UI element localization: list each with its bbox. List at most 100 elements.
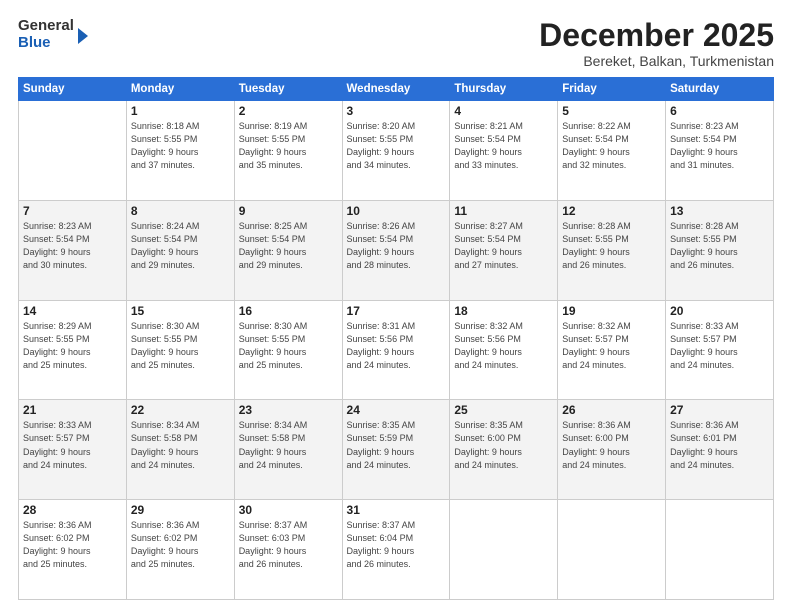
cell-info: Sunrise: 8:35 AM Sunset: 6:00 PM Dayligh… (454, 419, 553, 471)
cell-info: Sunrise: 8:34 AM Sunset: 5:58 PM Dayligh… (131, 419, 230, 471)
table-row: 7 Sunrise: 8:23 AM Sunset: 5:54 PM Daylig… (19, 200, 127, 300)
calendar-week-row: 21 Sunrise: 8:33 AM Sunset: 5:57 PM Dayli… (19, 400, 774, 500)
day-number: 30 (239, 503, 338, 517)
logo-text: General Blue (18, 18, 74, 51)
calendar-week-row: 14Sunrise: 8:29 AM Sunset: 5:55 PM Dayli… (19, 300, 774, 400)
day-number: 28 (23, 503, 122, 517)
calendar-week-row: 1 Sunrise: 8:18 AM Sunset: 5:55 PM Daylig… (19, 101, 774, 201)
logo: General Blue (18, 18, 88, 51)
day-number: 19 (562, 304, 661, 318)
table-row: 29Sunrise: 8:36 AM Sunset: 6:02 PM Dayli… (126, 500, 234, 600)
table-row: 15 Sunrise: 8:30 AM Sunset: 5:55 PM Dayli… (126, 300, 234, 400)
table-row (558, 500, 666, 600)
cell-info: Sunrise: 8:36 AM Sunset: 6:01 PM Dayligh… (670, 419, 769, 471)
day-number: 27 (670, 403, 769, 417)
col-header-friday: Friday (558, 78, 666, 101)
table-row: 11 Sunrise: 8:27 AM Sunset: 5:54 PM Dayli… (450, 200, 558, 300)
calendar-header-row: SundayMondayTuesdayWednesdayThursdayFrid… (19, 78, 774, 101)
cell-info: Sunrise: 8:27 AM Sunset: 5:54 PM Dayligh… (454, 220, 553, 272)
day-number: 22 (131, 403, 230, 417)
cell-info: Sunrise: 8:35 AM Sunset: 5:59 PM Dayligh… (347, 419, 446, 471)
table-row: 8 Sunrise: 8:24 AM Sunset: 5:54 PM Daylig… (126, 200, 234, 300)
cell-info: Sunrise: 8:37 AM Sunset: 6:04 PM Dayligh… (347, 519, 446, 571)
cell-info: Sunrise: 8:29 AM Sunset: 5:55 PM Dayligh… (23, 320, 122, 372)
day-number: 1 (131, 104, 230, 118)
cell-info: Sunrise: 8:24 AM Sunset: 5:54 PM Dayligh… (131, 220, 230, 272)
day-number: 18 (454, 304, 553, 318)
cell-info: Sunrise: 8:36 AM Sunset: 6:00 PM Dayligh… (562, 419, 661, 471)
day-number: 9 (239, 204, 338, 218)
table-row (19, 101, 127, 201)
table-row: 30 Sunrise: 8:37 AM Sunset: 6:03 PM Dayli… (234, 500, 342, 600)
calendar-week-row: 28 Sunrise: 8:36 AM Sunset: 6:02 PM Dayli… (19, 500, 774, 600)
table-row: 13Sunrise: 8:28 AM Sunset: 5:55 PM Dayli… (666, 200, 774, 300)
cell-info: Sunrise: 8:25 AM Sunset: 5:54 PM Dayligh… (239, 220, 338, 272)
table-row: 21 Sunrise: 8:33 AM Sunset: 5:57 PM Dayli… (19, 400, 127, 500)
table-row: 3Sunrise: 8:20 AM Sunset: 5:55 PM Daylig… (342, 101, 450, 201)
col-header-sunday: Sunday (19, 78, 127, 101)
day-number: 17 (347, 304, 446, 318)
cell-info: Sunrise: 8:30 AM Sunset: 5:55 PM Dayligh… (131, 320, 230, 372)
table-row: 2 Sunrise: 8:19 AM Sunset: 5:55 PM Daylig… (234, 101, 342, 201)
cell-info: Sunrise: 8:34 AM Sunset: 5:58 PM Dayligh… (239, 419, 338, 471)
cell-info: Sunrise: 8:18 AM Sunset: 5:55 PM Dayligh… (131, 120, 230, 172)
cell-info: Sunrise: 8:21 AM Sunset: 5:54 PM Dayligh… (454, 120, 553, 172)
day-number: 23 (239, 403, 338, 417)
table-row: 31 Sunrise: 8:37 AM Sunset: 6:04 PM Dayli… (342, 500, 450, 600)
col-header-monday: Monday (126, 78, 234, 101)
logo-general: General (18, 18, 74, 35)
day-number: 2 (239, 104, 338, 118)
cell-info: Sunrise: 8:32 AM Sunset: 5:56 PM Dayligh… (454, 320, 553, 372)
day-number: 8 (131, 204, 230, 218)
cell-info: Sunrise: 8:20 AM Sunset: 5:55 PM Dayligh… (347, 120, 446, 172)
cell-info: Sunrise: 8:23 AM Sunset: 5:54 PM Dayligh… (23, 220, 122, 272)
day-number: 6 (670, 104, 769, 118)
table-row: 20Sunrise: 8:33 AM Sunset: 5:57 PM Dayli… (666, 300, 774, 400)
cell-info: Sunrise: 8:36 AM Sunset: 6:02 PM Dayligh… (23, 519, 122, 571)
day-number: 15 (131, 304, 230, 318)
table-row: 26 Sunrise: 8:36 AM Sunset: 6:00 PM Dayli… (558, 400, 666, 500)
table-row: 24Sunrise: 8:35 AM Sunset: 5:59 PM Dayli… (342, 400, 450, 500)
day-number: 31 (347, 503, 446, 517)
cell-info: Sunrise: 8:23 AM Sunset: 5:54 PM Dayligh… (670, 120, 769, 172)
day-number: 26 (562, 403, 661, 417)
col-header-saturday: Saturday (666, 78, 774, 101)
table-row: 25Sunrise: 8:35 AM Sunset: 6:00 PM Dayli… (450, 400, 558, 500)
month-year: December 2025 (539, 18, 774, 53)
day-number: 11 (454, 204, 553, 218)
table-row: 19Sunrise: 8:32 AM Sunset: 5:57 PM Dayli… (558, 300, 666, 400)
title-block: December 2025 Bereket, Balkan, Turkmenis… (539, 18, 774, 69)
day-number: 10 (347, 204, 446, 218)
cell-info: Sunrise: 8:19 AM Sunset: 5:55 PM Dayligh… (239, 120, 338, 172)
col-header-thursday: Thursday (450, 78, 558, 101)
table-row: 10 Sunrise: 8:26 AM Sunset: 5:54 PM Dayli… (342, 200, 450, 300)
day-number: 12 (562, 204, 661, 218)
table-row (450, 500, 558, 600)
day-number: 13 (670, 204, 769, 218)
cell-info: Sunrise: 8:26 AM Sunset: 5:54 PM Dayligh… (347, 220, 446, 272)
day-number: 16 (239, 304, 338, 318)
table-row: 14Sunrise: 8:29 AM Sunset: 5:55 PM Dayli… (19, 300, 127, 400)
cell-info: Sunrise: 8:37 AM Sunset: 6:03 PM Dayligh… (239, 519, 338, 571)
table-row: 27 Sunrise: 8:36 AM Sunset: 6:01 PM Dayli… (666, 400, 774, 500)
cell-info: Sunrise: 8:30 AM Sunset: 5:55 PM Dayligh… (239, 320, 338, 372)
day-number: 21 (23, 403, 122, 417)
location: Bereket, Balkan, Turkmenistan (539, 53, 774, 69)
table-row: 28 Sunrise: 8:36 AM Sunset: 6:02 PM Dayli… (19, 500, 127, 600)
cell-info: Sunrise: 8:33 AM Sunset: 5:57 PM Dayligh… (670, 320, 769, 372)
cell-info: Sunrise: 8:36 AM Sunset: 6:02 PM Dayligh… (131, 519, 230, 571)
table-row: 4Sunrise: 8:21 AM Sunset: 5:54 PM Daylig… (450, 101, 558, 201)
table-row: 9 Sunrise: 8:25 AM Sunset: 5:54 PM Daylig… (234, 200, 342, 300)
cell-info: Sunrise: 8:28 AM Sunset: 5:55 PM Dayligh… (562, 220, 661, 272)
day-number: 7 (23, 204, 122, 218)
logo-blue: Blue (18, 35, 74, 52)
header: General Blue December 2025 Bereket, Balk… (18, 18, 774, 69)
table-row: 12 Sunrise: 8:28 AM Sunset: 5:55 PM Dayli… (558, 200, 666, 300)
table-row (666, 500, 774, 600)
table-row: 23 Sunrise: 8:34 AM Sunset: 5:58 PM Dayli… (234, 400, 342, 500)
cell-info: Sunrise: 8:22 AM Sunset: 5:54 PM Dayligh… (562, 120, 661, 172)
cell-info: Sunrise: 8:33 AM Sunset: 5:57 PM Dayligh… (23, 419, 122, 471)
day-number: 5 (562, 104, 661, 118)
col-header-tuesday: Tuesday (234, 78, 342, 101)
cell-info: Sunrise: 8:31 AM Sunset: 5:56 PM Dayligh… (347, 320, 446, 372)
